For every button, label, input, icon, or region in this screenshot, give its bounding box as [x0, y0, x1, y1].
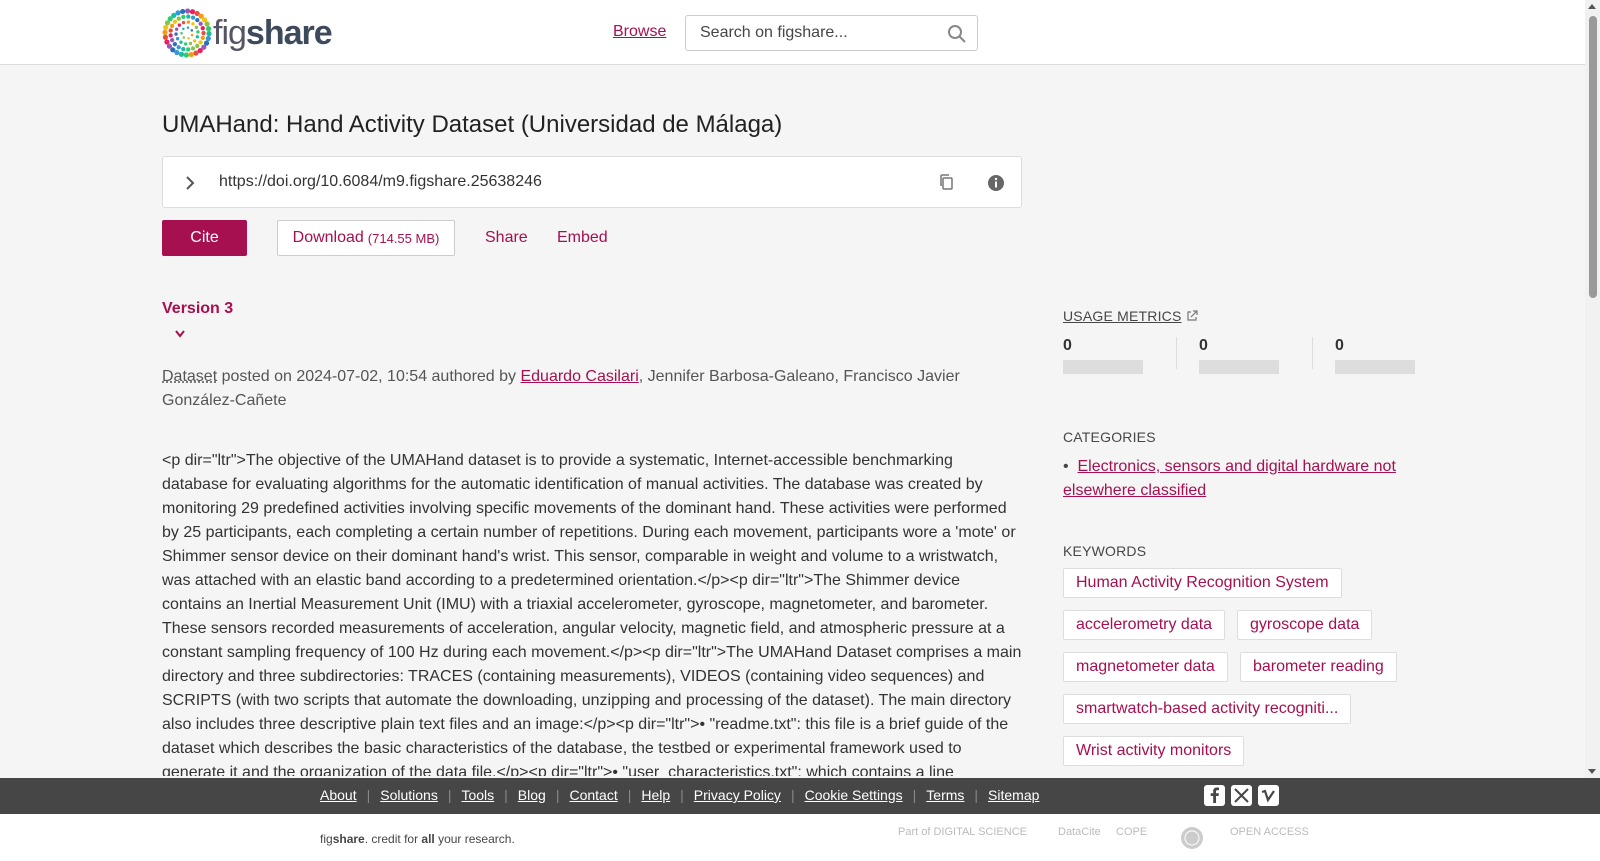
- keyword-tag[interactable]: gyroscope data: [1237, 610, 1373, 640]
- metric-downloads: 0: [1199, 337, 1279, 374]
- metric-downloads-bar: [1199, 360, 1279, 374]
- footer-link-about[interactable]: About: [320, 787, 357, 803]
- footer-tagline: figshare. credit for all your research.: [320, 832, 515, 846]
- open-access-logo[interactable]: OPEN ACCESS: [1230, 826, 1309, 838]
- share-link[interactable]: Share: [485, 229, 528, 247]
- browse-link[interactable]: Browse: [613, 23, 666, 41]
- footer-separator: |: [627, 787, 632, 803]
- metric-divider: [1312, 337, 1313, 369]
- footer-separator: |: [555, 787, 560, 803]
- cite-button[interactable]: Cite: [162, 220, 247, 256]
- footer-link-terms[interactable]: Terms: [926, 787, 964, 803]
- cope-logo[interactable]: COPE: [1116, 826, 1147, 838]
- posted-info: Dataset posted on 2024-07-02, 10:54 auth…: [162, 365, 1002, 413]
- external-link-icon: [1186, 310, 1198, 321]
- facebook-icon[interactable]: [1204, 785, 1225, 806]
- metric-divider: [1176, 337, 1177, 369]
- category-item: • Electronics, sensors and digital hardw…: [1063, 455, 1423, 503]
- posted-text: posted on 2024-07-02, 10:54 authored by: [217, 368, 521, 385]
- item-description: <p dir="ltr">The objective of the UMAHan…: [162, 452, 1022, 776]
- footer-separator: |: [680, 787, 684, 803]
- digital-science-logo-text: Part of DIGITAL SCIENCE: [898, 826, 1027, 838]
- datacite-logo[interactable]: DataCite: [1058, 826, 1101, 838]
- datacite-logo-text: DataCite: [1058, 826, 1101, 838]
- x-icon[interactable]: [1231, 785, 1252, 806]
- footer-links: About | Solutions | Tools | Blog | Contact | …: [320, 787, 1039, 803]
- download-size: (714.55 MB): [367, 230, 440, 246]
- keyword-tag[interactable]: magnetometer data: [1063, 652, 1228, 682]
- download-label: Download: [292, 229, 364, 246]
- tagline-d: all: [421, 832, 435, 846]
- footer-separator: |: [974, 787, 979, 803]
- version-selector[interactable]: Version 3: [162, 300, 233, 318]
- footer-link-sitemap[interactable]: Sitemap: [988, 787, 1039, 803]
- tagline-c: . credit for: [364, 832, 422, 846]
- open-access-logo-text: OPEN ACCESS: [1230, 826, 1309, 838]
- footer-link-solutions[interactable]: Solutions: [380, 787, 438, 803]
- scroll-thumb[interactable]: [1589, 16, 1597, 298]
- site-header: figshare Browse: [0, 0, 1585, 65]
- footer-link-blog[interactable]: Blog: [518, 787, 546, 803]
- doi-box: https://doi.org/10.6084/m9.figshare.2563…: [162, 156, 1022, 208]
- metric-views: 0: [1063, 337, 1143, 374]
- keyword-tag[interactable]: accelerometry data: [1063, 610, 1226, 640]
- metric-views-value: 0: [1063, 337, 1072, 354]
- seal-logo[interactable]: [1180, 826, 1204, 850]
- figshare-logo[interactable]: figshare: [162, 8, 333, 58]
- metric-downloads-value: 0: [1199, 337, 1208, 354]
- scroll-down-arrow[interactable]: [1588, 769, 1596, 774]
- search-box: [685, 15, 978, 51]
- search-input[interactable]: [700, 24, 930, 42]
- vimeo-icon[interactable]: [1258, 785, 1279, 806]
- footer-link-help[interactable]: Help: [641, 787, 670, 803]
- chevron-down-icon[interactable]: [173, 328, 187, 340]
- cope-logo-text: COPE: [1116, 826, 1148, 838]
- copy-icon[interactable]: [938, 173, 956, 193]
- scroll-up-arrow[interactable]: [1588, 4, 1596, 9]
- category-link[interactable]: Electronics, sensors and digital hardwar…: [1063, 458, 1396, 499]
- footer-separator: |: [790, 787, 795, 803]
- metric-citations-value: 0: [1335, 337, 1344, 354]
- keyword-tag[interactable]: smartwatch-based activity recogniti...: [1063, 694, 1352, 724]
- footer-link-cookie-settings[interactable]: Cookie Settings: [805, 787, 903, 803]
- footer-bottom: figshare. credit for all your research. …: [0, 814, 1600, 861]
- seal-icon: [1181, 827, 1203, 849]
- metric-views-bar: [1063, 360, 1143, 374]
- tagline-e: your research.: [434, 832, 515, 846]
- search-icon[interactable]: [947, 24, 967, 44]
- keywords-title: KEYWORDS: [1063, 543, 1147, 559]
- info-icon[interactable]: [986, 173, 1006, 193]
- footer-link-tools[interactable]: Tools: [461, 787, 494, 803]
- metric-citations: 0: [1335, 337, 1415, 374]
- footer-separator: |: [447, 787, 452, 803]
- keyword-tag[interactable]: barometer reading: [1240, 652, 1397, 682]
- categories-title: CATEGORIES: [1063, 429, 1156, 445]
- embed-link[interactable]: Embed: [557, 229, 608, 247]
- metric-citations-bar: [1335, 360, 1415, 374]
- footer-separator: |: [366, 787, 371, 803]
- page-title: UMAHand: Hand Activity Dataset (Universi…: [162, 111, 783, 138]
- category-bullet: •: [1063, 458, 1069, 475]
- keyword-tag[interactable]: Wrist activity monitors: [1063, 736, 1245, 766]
- doi-url[interactable]: https://doi.org/10.6084/m9.figshare.2563…: [219, 173, 542, 191]
- footer-separator: |: [504, 787, 508, 803]
- author-link[interactable]: Eduardo Casilari: [520, 368, 638, 385]
- usage-metrics-title: USAGE METRICS: [1063, 308, 1182, 324]
- tagline-b: share: [332, 832, 365, 846]
- chevron-right-icon[interactable]: [183, 174, 197, 192]
- usage-metrics-link[interactable]: USAGE METRICS: [1063, 308, 1198, 324]
- figshare-logo-icon: [162, 8, 212, 58]
- logo-text-suffix: share: [245, 13, 333, 52]
- page-scrollbar[interactable]: [1585, 0, 1600, 778]
- footer-link-privacy[interactable]: Privacy Policy: [694, 787, 781, 803]
- footer-nav: About | Solutions | Tools | Blog | Contact | …: [0, 778, 1600, 814]
- logo-text-prefix: fig: [213, 13, 247, 52]
- download-button[interactable]: Download (714.55 MB): [277, 220, 455, 256]
- footer-link-contact[interactable]: Contact: [569, 787, 617, 803]
- item-type[interactable]: Dataset: [162, 368, 217, 385]
- footer-separator: |: [912, 787, 917, 803]
- tagline-a: fig: [320, 832, 333, 846]
- digital-science-logo[interactable]: Part of DIGITAL SCIENCE: [898, 826, 1027, 838]
- keyword-tag[interactable]: Human Activity Recognition System: [1063, 568, 1342, 598]
